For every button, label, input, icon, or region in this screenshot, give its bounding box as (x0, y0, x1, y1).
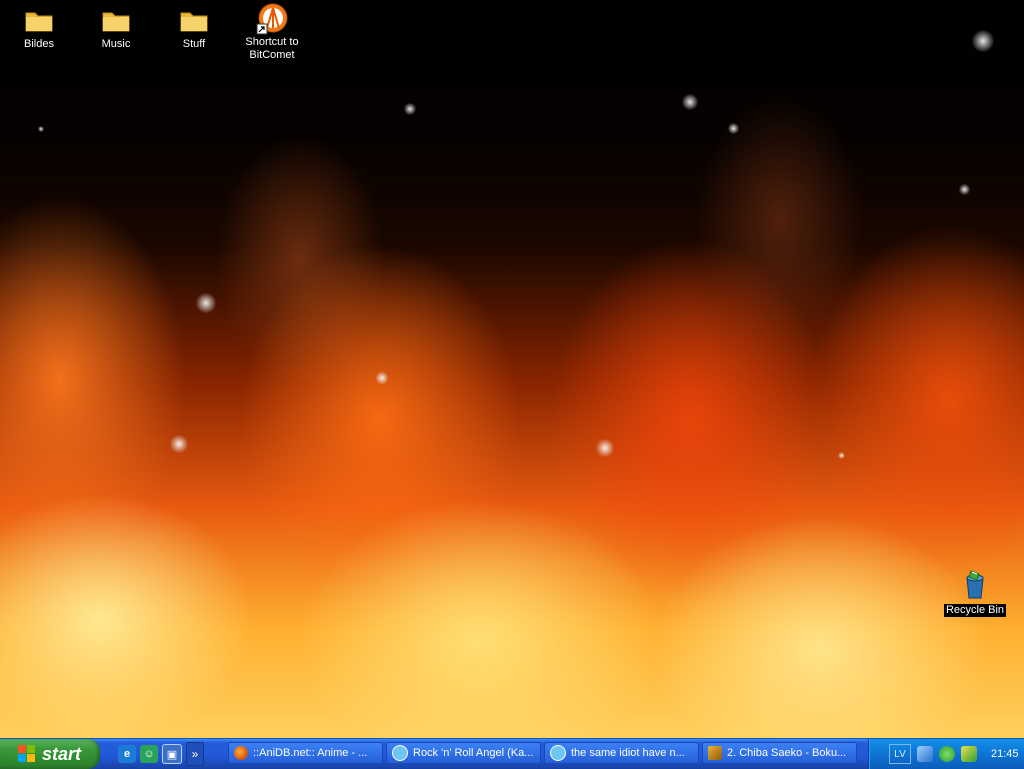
firefox-icon (234, 746, 248, 760)
task-list: ::AniDB.net:: Anime - ... Rock 'n' Roll … (228, 742, 857, 764)
ember (376, 371, 388, 385)
messenger-tray-icon[interactable] (939, 746, 955, 762)
folder-icon (23, 4, 55, 36)
task-label: Rock 'n' Roll Angel (Ka... (413, 747, 534, 759)
ember (596, 439, 614, 457)
quick-launch-more-button[interactable]: » (186, 742, 204, 766)
desktop-icon-bitcomet[interactable]: Shortcut to BitComet (234, 2, 310, 62)
desktop-icon-label: Stuff (182, 38, 206, 50)
desktop-icon-label: Bildes (24, 38, 54, 50)
ember (404, 103, 416, 115)
chat-icon (392, 745, 408, 761)
task-label: the same idiot have n... (571, 747, 685, 759)
ember (682, 94, 698, 110)
start-button[interactable]: start (0, 739, 100, 769)
show-desktop-icon[interactable]: ▣ (162, 744, 182, 764)
desktop-icon-label: Recycle Bin (943, 604, 1007, 617)
task-button-chiba-saeko[interactable]: 2. Chiba Saeko - Boku... (702, 742, 857, 764)
taskbar: start e ☺ ▣ » ::AniDB.net:: Anime - ... … (0, 738, 1024, 769)
start-label: start (42, 743, 82, 764)
ember (728, 123, 739, 134)
language-indicator[interactable]: LV (889, 744, 911, 764)
ember (959, 184, 970, 195)
winamp-icon (708, 746, 722, 760)
folder-icon (178, 4, 210, 36)
chat-icon (550, 745, 566, 761)
recycle-bin-icon (959, 568, 991, 600)
ember (196, 293, 216, 313)
messenger-icon[interactable]: ☺ (140, 745, 158, 763)
bitcomet-shortcut-icon (256, 2, 288, 35)
clock[interactable]: 21:45 (991, 748, 1019, 760)
ember (838, 452, 845, 459)
desktop-icon-label: Music (101, 38, 131, 50)
folder-icon (100, 4, 132, 36)
system-tray: LV 21:45 (868, 739, 1024, 769)
ember (972, 30, 994, 52)
internet-explorer-icon[interactable]: e (118, 745, 136, 763)
desktop: Bildes Music Stuff Shortcut to BitComet (0, 0, 1024, 768)
task-button-rock-n-roll-angel[interactable]: Rock 'n' Roll Angel (Ka... (386, 742, 541, 764)
desktop-icon-stuff[interactable]: Stuff (156, 4, 232, 51)
ember (170, 435, 188, 453)
desktop-icon-label: Shortcut to BitComet (245, 36, 299, 61)
desktop-icon-bildes[interactable]: Bildes (1, 4, 77, 51)
task-button-same-idiot[interactable]: the same idiot have n... (544, 742, 699, 764)
quick-launch: e ☺ ▣ » (118, 742, 204, 766)
task-label: 2. Chiba Saeko - Boku... (727, 747, 847, 759)
task-button-anidb[interactable]: ::AniDB.net:: Anime - ... (228, 742, 383, 764)
desktop-icon-recycle-bin[interactable]: Recycle Bin (937, 568, 1013, 618)
desktop-icon-music[interactable]: Music (78, 4, 154, 51)
utorrent-tray-icon[interactable] (961, 746, 977, 762)
ember (38, 126, 44, 132)
network-icon[interactable] (917, 746, 933, 762)
windows-logo-icon (18, 745, 36, 763)
task-label: ::AniDB.net:: Anime - ... (253, 747, 368, 759)
